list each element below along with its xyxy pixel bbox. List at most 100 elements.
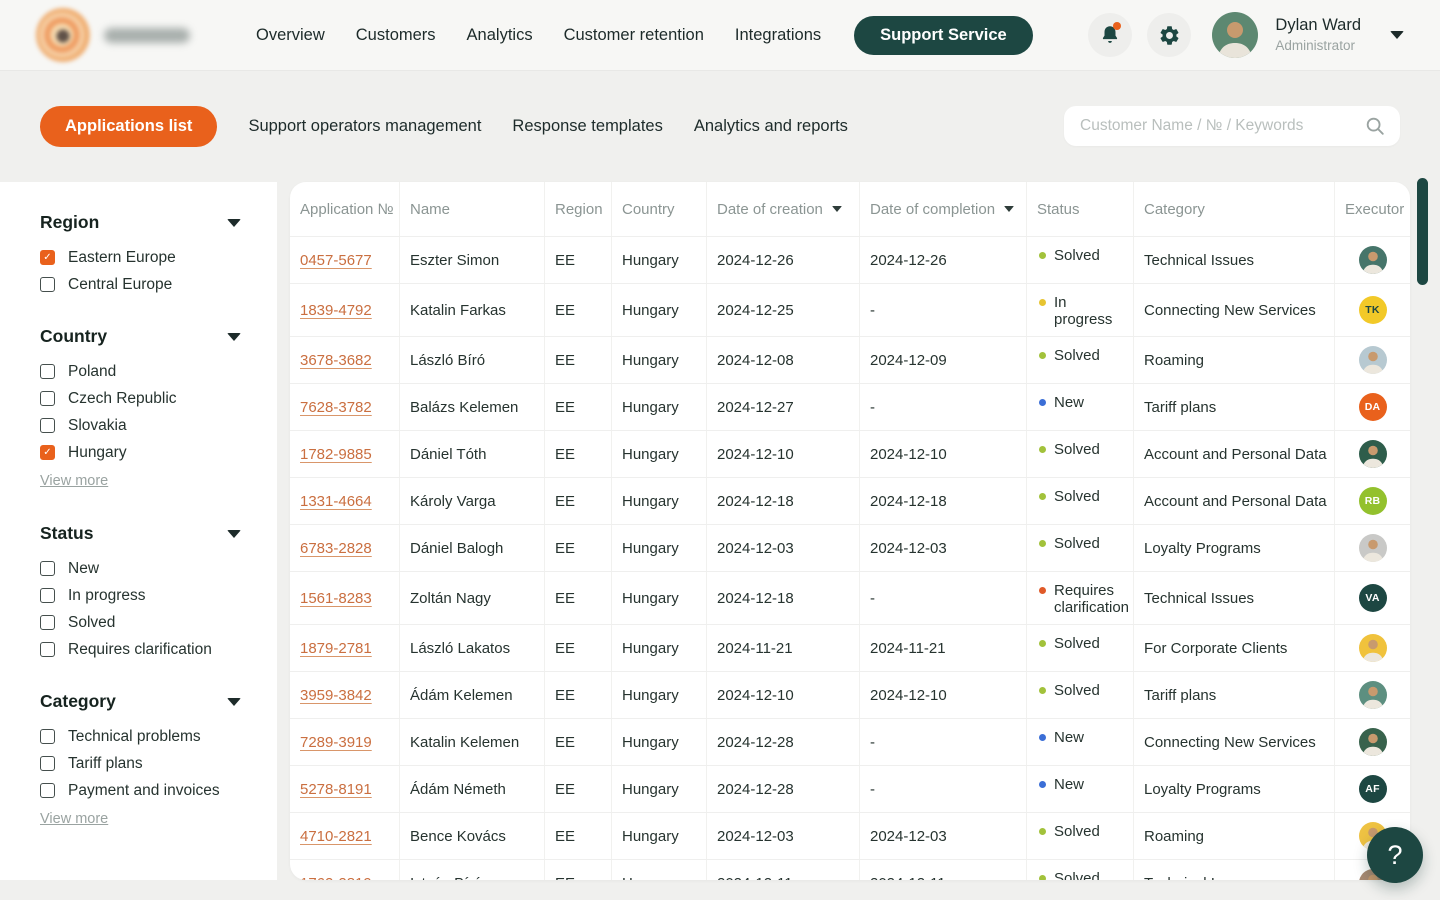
filter-option-label: Slovakia	[68, 417, 127, 435]
application-link[interactable]: 3959-3842	[300, 687, 372, 704]
tab-analytics-and-reports[interactable]: Analytics and reports	[694, 117, 848, 136]
filter-option-eastern-europe[interactable]: ✓Eastern Europe	[40, 249, 241, 266]
cell-status: Solved	[1027, 813, 1134, 859]
application-link[interactable]: 1762-2819	[300, 875, 372, 881]
executor-avatar[interactable]	[1359, 346, 1387, 374]
tab-applications-list[interactable]: Applications list	[40, 106, 217, 147]
application-link[interactable]: 0457-5677	[300, 252, 372, 269]
cell-category: Roaming	[1134, 337, 1335, 383]
filter-option-central-europe[interactable]: Central Europe	[40, 276, 241, 293]
checkbox-unchecked-icon[interactable]	[40, 615, 55, 630]
cell-date-of-completion: 2024-12-09	[860, 337, 1027, 383]
application-link[interactable]: 5278-8191	[300, 781, 372, 798]
checkbox-unchecked-icon[interactable]	[40, 756, 55, 771]
search-icon[interactable]	[1364, 115, 1386, 137]
support-service-button[interactable]: Support Service	[854, 16, 1033, 55]
executor-avatar[interactable]	[1359, 534, 1387, 562]
checkbox-unchecked-icon[interactable]	[40, 783, 55, 798]
cell-category: Account and Personal Data	[1134, 431, 1335, 477]
filter-option-technical-problems[interactable]: Technical problems	[40, 728, 241, 745]
cell-name: László Lakatos	[400, 625, 545, 671]
cell-name: László Bíró	[400, 337, 545, 383]
sort-descending-icon[interactable]	[1004, 206, 1014, 212]
application-link[interactable]: 7628-3782	[300, 399, 372, 416]
cell-executor	[1335, 337, 1410, 383]
filter-option-requires-clarification[interactable]: Requires clarification	[40, 641, 241, 658]
executor-avatar[interactable]	[1359, 440, 1387, 468]
checkbox-unchecked-icon[interactable]	[40, 588, 55, 603]
application-link[interactable]: 7289-3919	[300, 734, 372, 751]
filter-section-header-category[interactable]: Category	[40, 691, 241, 712]
topbar-actions: Dylan Ward Administrator	[1088, 12, 1404, 58]
executor-avatar[interactable]	[1359, 246, 1387, 274]
user-avatar[interactable]	[1212, 12, 1258, 58]
status-dot	[1039, 734, 1046, 741]
filter-option-payment-and-invoices[interactable]: Payment and invoices	[40, 782, 241, 799]
application-link[interactable]: 1331-4664	[300, 493, 372, 510]
application-link[interactable]: 6783-2828	[300, 540, 372, 557]
user-menu-chevron-icon[interactable]	[1390, 31, 1404, 39]
cell-application-no: 1762-2819	[290, 860, 400, 880]
checkbox-unchecked-icon[interactable]	[40, 391, 55, 406]
nav-link-customers[interactable]: Customers	[356, 26, 436, 45]
column-header-label: Country	[622, 201, 675, 218]
view-more-link-category[interactable]: View more	[40, 811, 108, 827]
filter-section-header-country[interactable]: Country	[40, 326, 241, 347]
filter-option-new[interactable]: New	[40, 560, 241, 577]
filter-option-tariff-plans[interactable]: Tariff plans	[40, 755, 241, 772]
nav-link-integrations[interactable]: Integrations	[735, 26, 821, 45]
filter-option-poland[interactable]: Poland	[40, 363, 241, 380]
table-row: 0457-5677Eszter SimonEEHungary2024-12-26…	[290, 237, 1410, 284]
tab-support-operators-management[interactable]: Support operators management	[248, 117, 481, 136]
nav-link-overview[interactable]: Overview	[256, 26, 325, 45]
executor-avatar[interactable]: AF	[1359, 775, 1387, 803]
filter-option-hungary[interactable]: ✓Hungary	[40, 444, 241, 461]
view-more-link-country[interactable]: View more	[40, 473, 108, 489]
executor-avatar[interactable]	[1359, 728, 1387, 756]
status-dot	[1039, 687, 1046, 694]
executor-avatar[interactable]: TK	[1359, 296, 1387, 324]
application-link[interactable]: 3678-3682	[300, 352, 372, 369]
checkbox-unchecked-icon[interactable]	[40, 561, 55, 576]
checkbox-unchecked-icon[interactable]	[40, 364, 55, 379]
application-link[interactable]: 1839-4792	[300, 302, 372, 319]
filter-section-header-region[interactable]: Region	[40, 212, 241, 233]
filter-option-czech-republic[interactable]: Czech Republic	[40, 390, 241, 407]
cell-country: Hungary	[612, 431, 707, 477]
application-link[interactable]: 4710-2821	[300, 828, 372, 845]
filter-option-in-progress[interactable]: In progress	[40, 587, 241, 604]
search-input[interactable]	[1080, 117, 1364, 135]
cell-category: Connecting New Services	[1134, 719, 1335, 765]
filter-items-category: Technical problems Tariff plans Payment an…	[40, 728, 241, 799]
tab-response-templates[interactable]: Response templates	[512, 117, 662, 136]
checkbox-checked-icon[interactable]: ✓	[40, 250, 55, 265]
nav-link-customer-retention[interactable]: Customer retention	[564, 26, 704, 45]
cell-date-of-completion: -	[860, 384, 1027, 430]
executor-avatar[interactable]: DA	[1359, 393, 1387, 421]
filter-option-slovakia[interactable]: Slovakia	[40, 417, 241, 434]
checkbox-unchecked-icon[interactable]	[40, 418, 55, 433]
checkbox-unchecked-icon[interactable]	[40, 729, 55, 744]
application-link[interactable]: 1782-9885	[300, 446, 372, 463]
table-row: 6783-2828Dániel BaloghEEHungary2024-12-0…	[290, 525, 1410, 572]
application-link[interactable]: 1879-2781	[300, 640, 372, 657]
executor-avatar[interactable]: VA	[1359, 584, 1387, 612]
application-link[interactable]: 1561-8283	[300, 590, 372, 607]
help-button[interactable]: ?	[1367, 827, 1423, 883]
checkbox-unchecked-icon[interactable]	[40, 642, 55, 657]
cell-executor: DA	[1335, 384, 1410, 430]
notifications-button[interactable]	[1088, 13, 1132, 57]
filter-option-solved[interactable]: Solved	[40, 614, 241, 631]
filter-option-label: Technical problems	[68, 728, 201, 746]
executor-avatar[interactable]	[1359, 634, 1387, 662]
executor-avatar[interactable]	[1359, 681, 1387, 709]
checkbox-checked-icon[interactable]: ✓	[40, 445, 55, 460]
cell-status: Requires clarification	[1027, 572, 1134, 624]
nav-link-analytics[interactable]: Analytics	[467, 26, 533, 45]
vertical-scrollbar-thumb[interactable]	[1417, 178, 1428, 285]
executor-avatar[interactable]: RB	[1359, 487, 1387, 515]
sort-descending-icon[interactable]	[832, 206, 842, 212]
filter-section-header-status[interactable]: Status	[40, 523, 241, 544]
checkbox-unchecked-icon[interactable]	[40, 277, 55, 292]
settings-button[interactable]	[1147, 13, 1191, 57]
